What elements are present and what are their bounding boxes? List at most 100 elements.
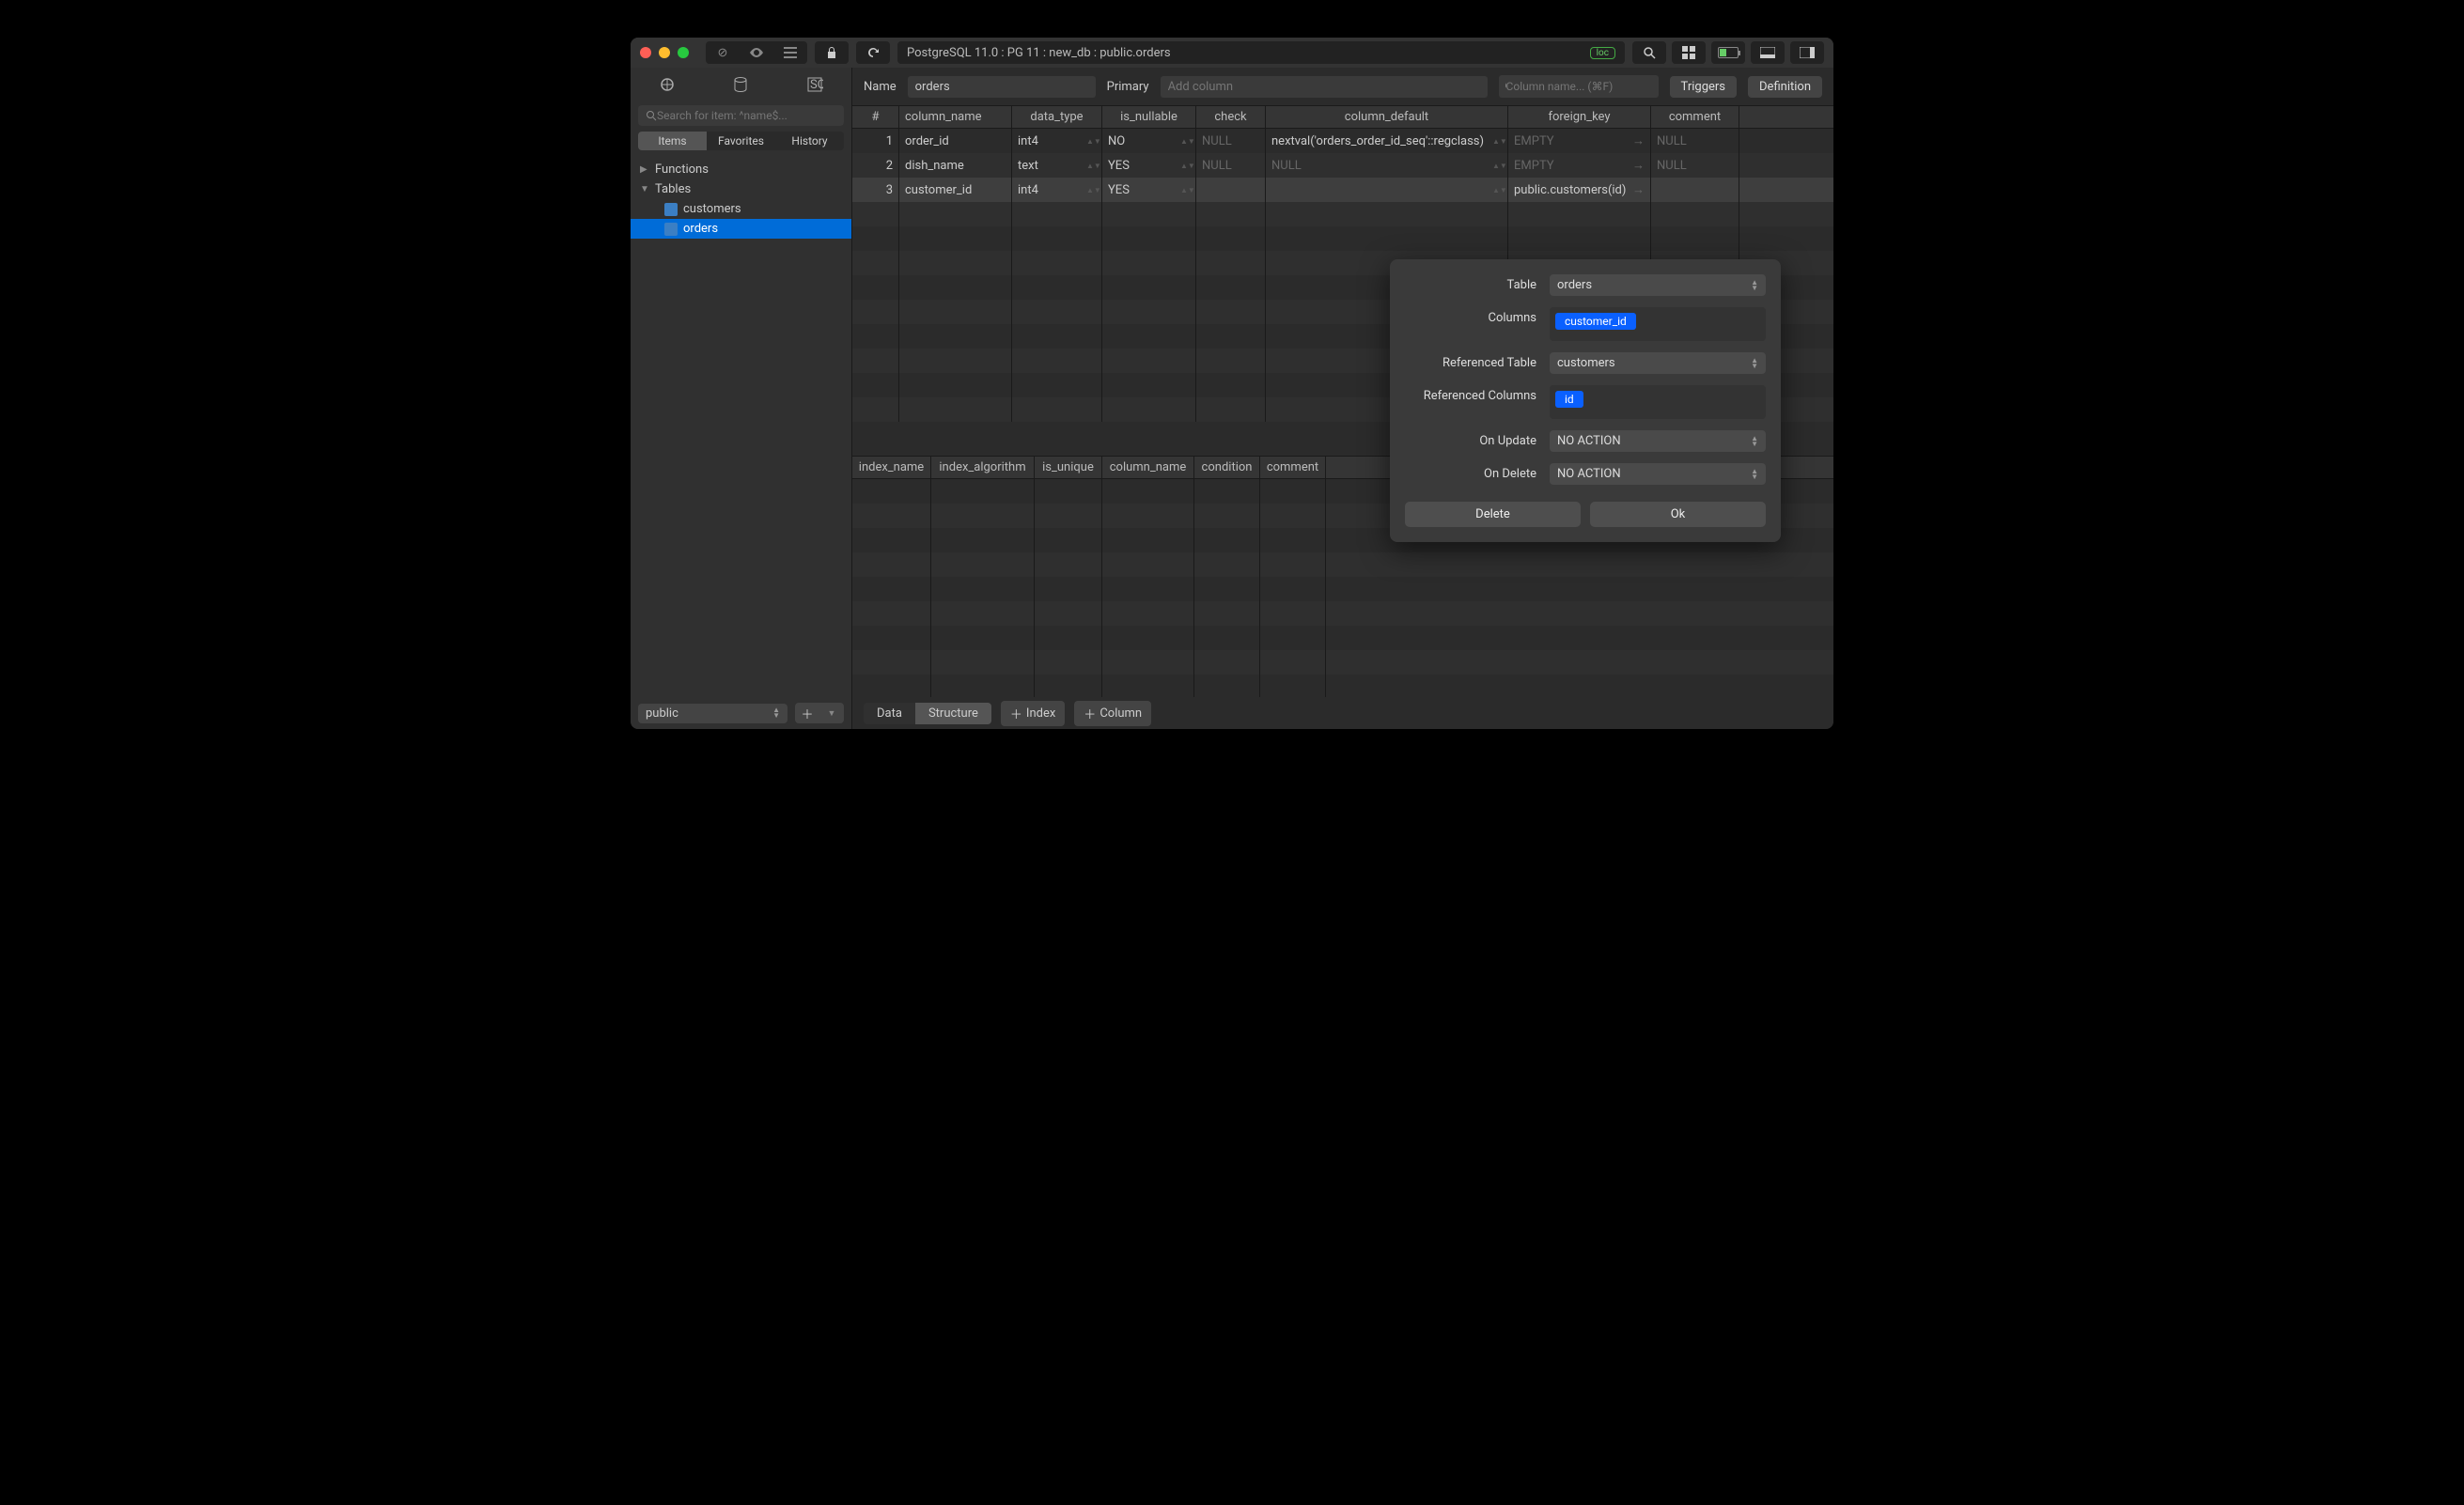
po-label-ref-cols: Referenced Columns [1405, 385, 1550, 403]
name-label: Name [864, 80, 897, 94]
minimize-window[interactable] [659, 47, 670, 58]
columns-grid-header: # column_name data_type is_nullable chec… [852, 106, 1833, 129]
breadcrumb[interactable]: PostgreSQL 11.0 : PG 11 : new_db : publi… [897, 41, 1625, 64]
po-ref-table-select[interactable]: customers▲▼ [1550, 352, 1766, 374]
table-row[interactable]: 2dish_nametext▲▼YES▲▼NULLNULL▲▼EMPTY→NUL… [852, 153, 1833, 178]
po-label-table: Table [1405, 274, 1550, 292]
po-table-select[interactable]: orders▲▼ [1550, 274, 1766, 296]
updown-icon: ▲▼ [1751, 358, 1758, 369]
sidebar-search-input[interactable] [657, 109, 836, 122]
add-index-button[interactable]: ＋Index [1001, 701, 1065, 726]
chevron-right-icon: ▶ [640, 164, 649, 175]
triggers-button[interactable]: Triggers [1670, 76, 1737, 98]
tab-history[interactable]: History [775, 132, 844, 150]
col-header-type[interactable]: data_type [1012, 106, 1102, 128]
tab-items[interactable]: Items [638, 132, 707, 150]
chevron-down-icon: ▼ [828, 708, 836, 719]
add-button[interactable]: ＋ [795, 703, 819, 723]
battery-icon [1711, 41, 1745, 64]
svg-text:SQL: SQL [810, 78, 823, 92]
po-label-columns: Columns [1405, 307, 1550, 325]
sidebar-tabs: Items Favorites History [638, 132, 844, 150]
po-columns-box[interactable]: customer_id [1550, 307, 1766, 341]
idx-header-col[interactable]: column_name [1102, 457, 1194, 478]
cancel-icon[interactable]: ⊘ [706, 41, 740, 64]
updown-icon: ▲▼ [1751, 436, 1758, 447]
search-icon [646, 110, 657, 121]
grid-icon[interactable] [1672, 41, 1706, 64]
sql-icon[interactable]: SQL [806, 76, 823, 97]
add-column-button[interactable]: ＋Column [1074, 701, 1151, 726]
col-header-default[interactable]: column_default [1266, 106, 1508, 128]
close-window[interactable] [640, 47, 651, 58]
titlebar-right [1632, 41, 1824, 64]
po-ok-button[interactable]: Ok [1590, 502, 1766, 527]
zoom-window[interactable] [678, 47, 689, 58]
sidebar-mode-icons: SQL [631, 68, 851, 105]
panel-right-icon[interactable] [1790, 41, 1824, 64]
column-search-input[interactable] [1506, 80, 1653, 93]
col-header-check[interactable]: check [1196, 106, 1266, 128]
sidebar-search[interactable] [638, 105, 844, 126]
add-group: ＋ ▼ [795, 703, 844, 723]
updown-icon: ▲▼ [1751, 469, 1758, 480]
breadcrumb-text: PostgreSQL 11.0 : PG 11 : new_db : publi… [907, 46, 1171, 60]
primary-label: Primary [1107, 80, 1149, 94]
plus-icon: ＋ [1010, 705, 1022, 722]
col-header-comment[interactable]: comment [1651, 106, 1739, 128]
seg-data[interactable]: Data [864, 703, 915, 724]
col-header-nullable[interactable]: is_nullable [1102, 106, 1196, 128]
chevron-down-icon: ▼ [640, 184, 649, 194]
po-on-delete-select[interactable]: NO ACTION▲▼ [1550, 463, 1766, 485]
plus-icon: ＋ [1084, 705, 1096, 722]
table-row [852, 650, 1833, 675]
po-on-update-select[interactable]: NO ACTION▲▼ [1550, 430, 1766, 452]
sidebar-footer: public▲▼ ＋ ▼ [631, 697, 851, 729]
connection-icon[interactable] [659, 76, 676, 97]
column-search[interactable] [1499, 75, 1659, 98]
history-nav-group: ⊘ [706, 41, 807, 64]
tree-table-customers[interactable]: customers [631, 199, 851, 219]
tree-table-orders[interactable]: orders [631, 219, 851, 239]
col-header-num[interactable]: # [852, 106, 899, 128]
location-badge: loc [1590, 47, 1615, 59]
idx-header-cond[interactable]: condition [1194, 457, 1260, 478]
idx-header-algo[interactable]: index_algorithm [931, 457, 1035, 478]
idx-header-comment[interactable]: comment [1260, 457, 1326, 478]
view-segment: Data Structure [864, 703, 991, 724]
col-header-name[interactable]: column_name [899, 106, 1012, 128]
database-icon[interactable] [732, 76, 749, 97]
search-icon[interactable] [1632, 41, 1666, 64]
col-header-fk[interactable]: foreign_key [1508, 106, 1651, 128]
list-icon[interactable] [773, 41, 807, 64]
po-label-on-delete: On Delete [1405, 463, 1550, 481]
panel-bottom-icon[interactable] [1751, 41, 1785, 64]
app-window: ⊘ PostgreSQL 11.0 : PG 11 : new_db : pub… [631, 38, 1833, 729]
ref-column-tag[interactable]: id [1555, 391, 1583, 408]
po-ref-columns-box[interactable]: id [1550, 385, 1766, 419]
lock-icon[interactable] [815, 41, 849, 64]
table-row[interactable]: 1order_idint4▲▼NO▲▼NULLnextval('orders_o… [852, 129, 1833, 153]
idx-header-unique[interactable]: is_unique [1035, 457, 1102, 478]
po-delete-button[interactable]: Delete [1405, 502, 1581, 527]
tree-tables[interactable]: ▼Tables [631, 179, 851, 199]
table-name-input[interactable] [908, 76, 1096, 98]
eye-icon[interactable] [740, 41, 773, 64]
po-label-ref-table: Referenced Table [1405, 352, 1550, 370]
schema-selector[interactable]: public▲▼ [638, 704, 788, 723]
content-footer: Data Structure ＋Index ＋Column [852, 697, 1833, 729]
column-tag[interactable]: customer_id [1555, 313, 1636, 330]
definition-button[interactable]: Definition [1748, 76, 1822, 98]
refresh-icon[interactable] [856, 41, 890, 64]
primary-input[interactable] [1161, 76, 1488, 98]
sidebar-tree: ▶Functions ▼Tables customers orders [631, 156, 851, 697]
table-row[interactable]: 3customer_idint4▲▼YES▲▼▲▼public.customer… [852, 178, 1833, 202]
idx-header-name[interactable]: index_name [852, 457, 931, 478]
seg-structure[interactable]: Structure [915, 703, 991, 724]
titlebar: ⊘ PostgreSQL 11.0 : PG 11 : new_db : pub… [631, 38, 1833, 68]
tab-favorites[interactable]: Favorites [707, 132, 775, 150]
tree-functions[interactable]: ▶Functions [631, 160, 851, 179]
table-row [852, 675, 1833, 697]
add-menu-button[interactable]: ▼ [819, 703, 844, 723]
table-row [852, 626, 1833, 650]
